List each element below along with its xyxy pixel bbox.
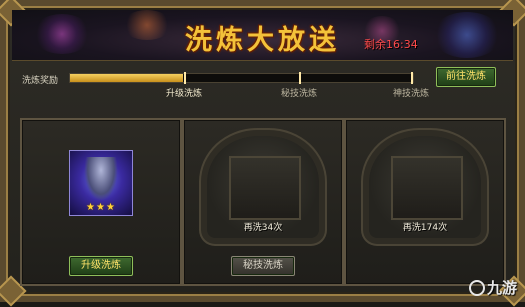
site-watermark: 九游	[468, 277, 517, 298]
hero-card[interactable]: ★★★	[69, 150, 133, 216]
event-banner: 洗炼大放送 剩余16:34	[12, 10, 513, 61]
reward-panel-1: ★★★ 升级洗炼	[20, 118, 182, 286]
refine-progress: 洗炼奖励 升级洗炼 秘技洗炼 神技洗炼 前往洗炼	[12, 66, 513, 102]
reward-panel-3: 再洗174次	[344, 118, 506, 286]
milestone-divine-refine: 神技洗炼	[392, 89, 430, 99]
progress-fill	[70, 74, 184, 82]
slot-emblem	[229, 156, 301, 220]
progress-track	[69, 72, 414, 84]
upgrade-refine-button[interactable]: 升级洗炼	[69, 256, 133, 276]
locked-reward-slot: 再洗174次	[369, 136, 481, 238]
milestone-marker	[411, 72, 413, 84]
locked-reward-slot: 再洗34次	[207, 136, 319, 238]
milestone-marker	[299, 72, 301, 84]
watermark-logo-icon	[468, 280, 485, 296]
secret-refine-button[interactable]: 秘技洗炼	[231, 256, 295, 276]
refine-count-remaining: 再洗174次	[402, 223, 448, 233]
milestone-upgrade-refine: 升级洗炼	[165, 89, 203, 99]
countdown-timer: 剩余16:34	[364, 38, 418, 51]
event-title: 洗炼大放送	[185, 25, 340, 56]
progress-label: 洗炼奖励	[22, 76, 59, 86]
milestone-marker	[184, 72, 186, 84]
hero-portrait	[84, 157, 118, 201]
milestone-secret-refine: 秘技洗炼	[280, 89, 318, 99]
refine-count-remaining: 再洗34次	[243, 223, 283, 233]
slot-emblem	[391, 156, 463, 220]
go-refine-button[interactable]: 前往洗炼	[436, 67, 496, 87]
reward-panel-2: 再洗34次 秘技洗炼	[182, 118, 344, 286]
watermark-text: 九游	[486, 279, 517, 297]
hero-stars: ★★★	[86, 202, 116, 213]
